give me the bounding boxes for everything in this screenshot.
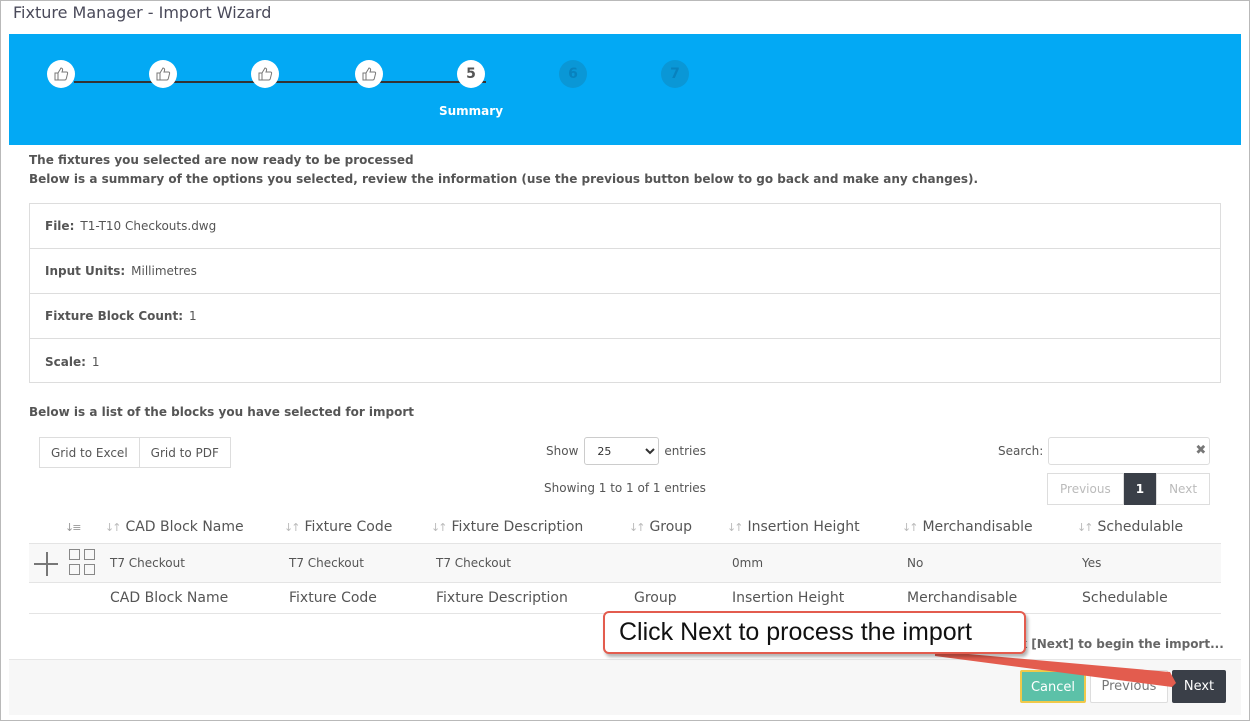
grid-to-excel-button[interactable]: Grid to Excel (39, 437, 140, 468)
column-header-label: Fixture Description (451, 519, 584, 535)
pager-page-1[interactable]: 1 (1123, 473, 1157, 505)
step-3-thumbs-up-icon[interactable] (251, 60, 279, 88)
table-header-row: ↓≡ ↓↑ CAD Block Name ↓↑ Fixture Code ↓↑ Fix… (29, 511, 1221, 543)
column-header-schedulable[interactable]: ↓↑ Schedulable (1077, 519, 1183, 535)
column-header-cad-block-name[interactable]: ↓↑ CAD Block Name (105, 519, 244, 535)
show-label: Show (546, 444, 579, 458)
footer-cad-block-name: CAD Block Name (110, 590, 229, 606)
sort-icon: ↓↑ (727, 521, 744, 534)
cancel-button[interactable]: Cancel (1020, 670, 1086, 703)
sort-icon: ↓↑ (431, 521, 448, 534)
step-5-active[interactable]: 5 (457, 60, 485, 88)
summary-file-row: File: T1-T10 Checkouts.dwg (30, 204, 1220, 249)
window-title: Fixture Manager - Import Wizard (13, 3, 272, 22)
pager-previous-button[interactable]: Previous (1047, 473, 1124, 505)
wizard-progress-banner: 5 6 7 Summary (9, 34, 1241, 145)
column-header-label: CAD Block Name (125, 519, 244, 535)
previous-button[interactable]: Previous (1090, 670, 1168, 703)
column-header-group[interactable]: ↓↑ Group (629, 519, 692, 535)
step-2-thumbs-up-icon[interactable] (149, 60, 177, 88)
step-7: 7 (661, 60, 689, 88)
footer-merchandisable: Merchandisable (907, 590, 1018, 606)
column-header-label: Fixture Code (304, 519, 393, 535)
column-header-label: Schedulable (1097, 519, 1184, 535)
step-4-thumbs-up-icon[interactable] (355, 60, 383, 88)
blocks-list-title: Below is a list of the blocks you have s… (29, 405, 415, 419)
tutorial-callout: Click Next to process the import (603, 611, 1026, 654)
pager-next-button[interactable]: Next (1156, 473, 1211, 505)
summary-units-value: Millimetres (131, 264, 197, 278)
footer-schedulable: Schedulable (1082, 590, 1168, 606)
blocks-table: ↓≡ ↓↑ CAD Block Name ↓↑ Fixture Code ↓↑ Fix… (29, 511, 1221, 614)
showing-entries-info: Showing 1 to 1 of 1 entries (544, 481, 706, 495)
grid-view-icon[interactable] (69, 549, 97, 577)
summary-scale-label: Scale: (45, 354, 86, 369)
summary-scale-row: Scale: 1 (30, 339, 1220, 384)
sort-order-icon[interactable]: ↓≡ (65, 519, 85, 535)
intro-line-2: Below is a summary of the options you se… (29, 172, 979, 186)
expand-row-plus-icon[interactable] (34, 552, 60, 578)
column-header-fixture-description[interactable]: ↓↑ Fixture Description (431, 519, 583, 535)
table-row[interactable]: T7 Checkout T7 Checkout T7 Checkout 0mm … (29, 543, 1221, 583)
step-connector (74, 81, 486, 83)
summary-units-row: Input Units: Millimetres (30, 249, 1220, 294)
page-size-control: Show 25 entries (546, 437, 706, 465)
column-header-merchandisable[interactable]: ↓↑ Merchandisable (902, 519, 1033, 535)
summary-scale-value: 1 (91, 354, 100, 369)
pagination: Previous 1 Next (1047, 473, 1211, 505)
grid-to-pdf-button[interactable]: Grid to PDF (139, 437, 231, 468)
step-1-thumbs-up-icon[interactable] (47, 60, 75, 88)
step-6: 6 (559, 60, 587, 88)
search-control: Search: ✖ (998, 437, 1211, 465)
footer-fixture-description: Fixture Description (436, 590, 568, 606)
begin-import-hint: ck [Next] to begin the import... (1012, 637, 1224, 651)
footer-fixture-code: Fixture Code (289, 590, 377, 606)
summary-panel: File: T1-T10 Checkouts.dwg Input Units: Mi… (29, 203, 1221, 383)
summary-file-label: File: (45, 219, 75, 233)
intro-line-1: The fixtures you selected are now ready … (29, 153, 414, 167)
column-header-label: Group (649, 519, 693, 535)
summary-file-value: T1-T10 Checkouts.dwg (80, 219, 217, 233)
search-input[interactable] (1048, 437, 1211, 465)
cell-insertion-height: 0mm (732, 556, 764, 570)
summary-count-value: 1 (189, 309, 197, 323)
cell-fixture-description: T7 Checkout (436, 556, 511, 570)
cell-schedulable: Yes (1082, 556, 1102, 570)
step-label-summary: Summary (438, 104, 504, 118)
export-button-group: Grid to Excel Grid to PDF (39, 437, 231, 468)
sort-icon: ↓↑ (629, 521, 646, 534)
cell-merchandisable: No (907, 556, 924, 570)
summary-count-row: Fixture Block Count: 1 (30, 294, 1220, 339)
cell-cad-block-name: T7 Checkout (110, 556, 185, 570)
column-header-insertion-height[interactable]: ↓↑ Insertion Height (727, 519, 860, 535)
column-header-fixture-code[interactable]: ↓↑ Fixture Code (284, 519, 392, 535)
sort-icon: ↓↑ (105, 521, 122, 534)
next-button[interactable]: Next (1172, 670, 1226, 703)
sort-icon: ↓↑ (284, 521, 301, 534)
page-size-select[interactable]: 25 (584, 437, 660, 465)
column-header-label: Insertion Height (747, 519, 860, 535)
footer-insertion-height: Insertion Height (732, 590, 845, 606)
entries-label: entries (664, 444, 706, 458)
cell-fixture-code: T7 Checkout (289, 556, 364, 570)
footer-group: Group (634, 590, 677, 606)
sort-icon: ↓↑ (1077, 521, 1094, 534)
table-footer-row: CAD Block Name Fixture Code Fixture Desc… (29, 583, 1221, 614)
clear-search-icon[interactable]: ✖ (1195, 443, 1206, 458)
summary-units-label: Input Units: (45, 264, 126, 278)
sort-icon: ↓↑ (902, 521, 919, 534)
column-header-label: Merchandisable (922, 519, 1033, 535)
search-label: Search: (998, 444, 1044, 458)
summary-count-label: Fixture Block Count: (45, 309, 184, 323)
